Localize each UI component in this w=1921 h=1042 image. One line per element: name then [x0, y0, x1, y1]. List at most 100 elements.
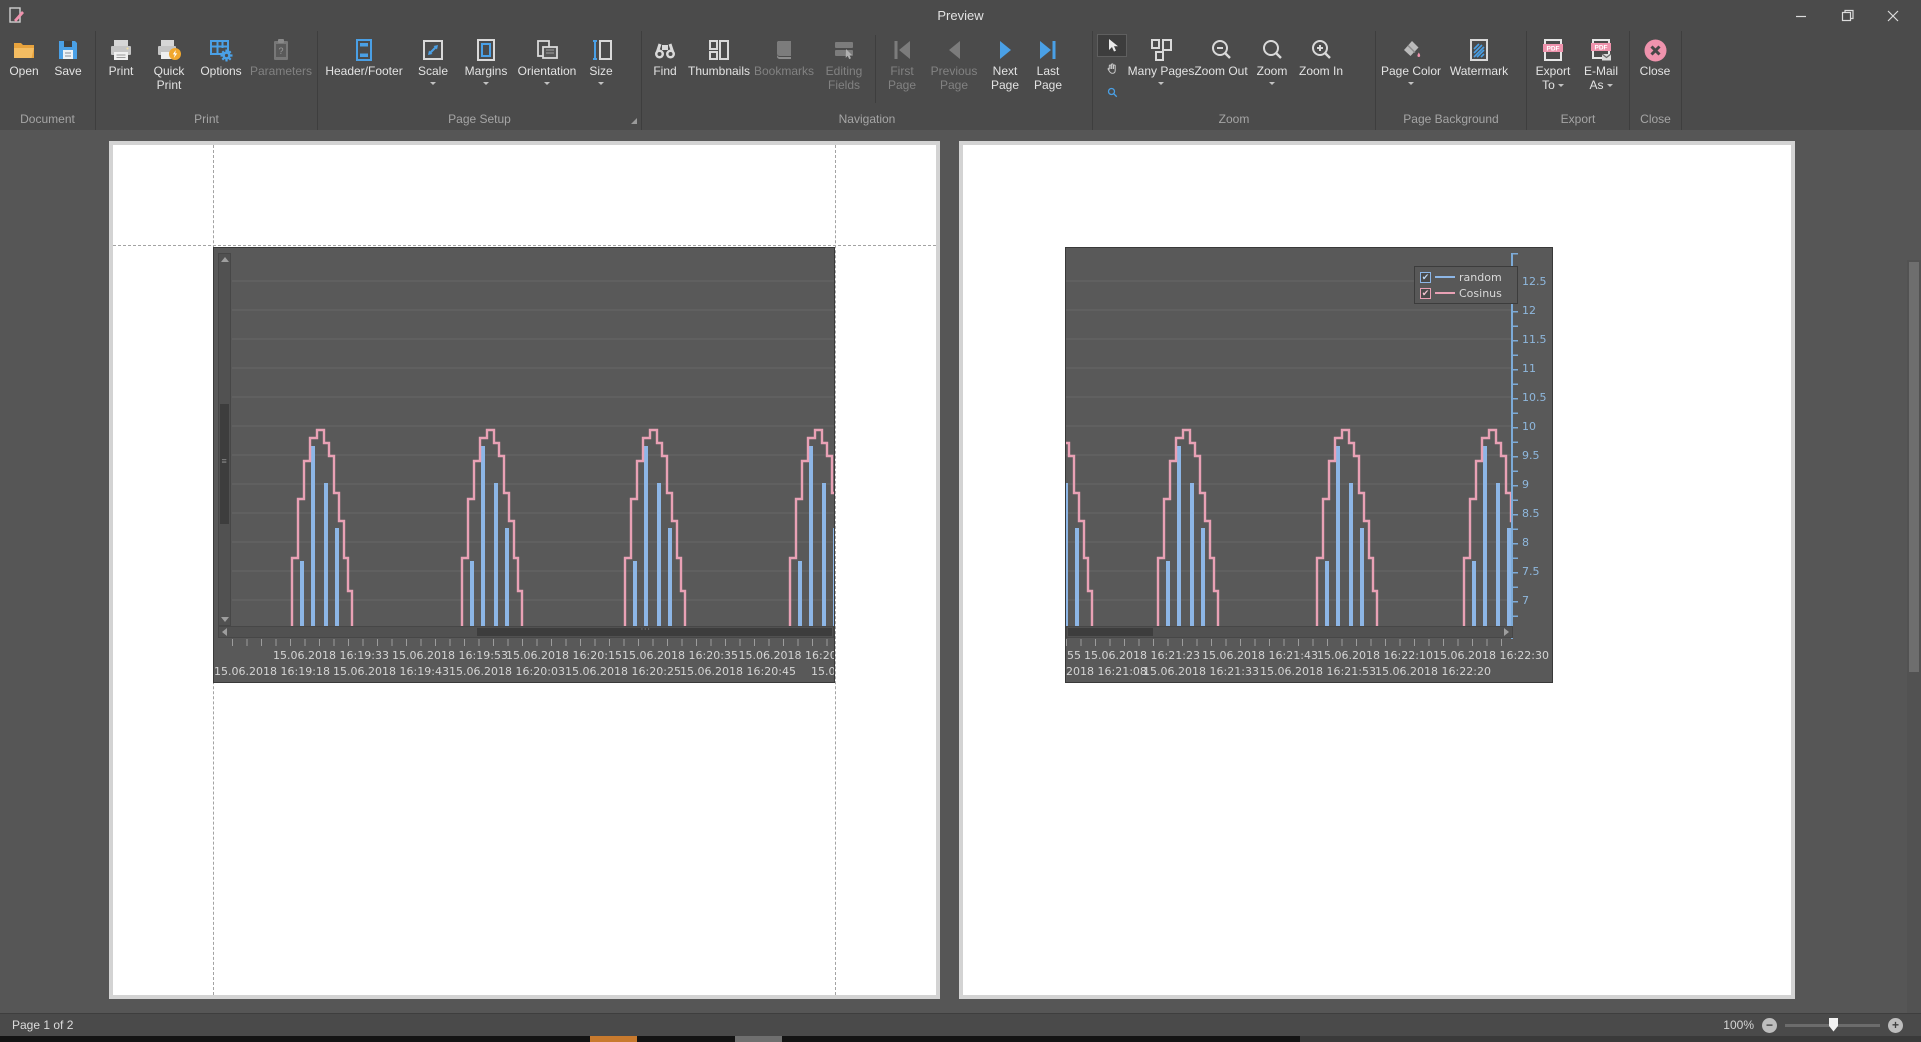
ribbon-group-print: Print Quick Print Options ? Parameters P…: [96, 31, 318, 130]
taskbar-edge-right: [1300, 1036, 1921, 1042]
zoom-slider-thumb[interactable]: [1829, 1018, 1838, 1032]
find-button[interactable]: Find: [644, 31, 686, 107]
zoom-out-button[interactable]: Zoom Out: [1193, 31, 1249, 107]
group-label-print: Print: [96, 110, 317, 128]
scrollbar-thumb[interactable]: [220, 404, 229, 524]
orientation-icon: [534, 35, 560, 65]
y-axis-ticks: [1513, 253, 1518, 626]
x-axis-labels-row-2: 15.06.2018 16:19:1815.06.2018 16:19:4315…: [214, 665, 834, 679]
zoom-slider[interactable]: [1785, 1024, 1880, 1027]
preview-scrollbar[interactable]: [1907, 260, 1921, 1013]
chart-legend: ✔ random ✔ Cosinus: [1414, 266, 1518, 304]
group-label-document: Document: [0, 110, 95, 128]
minimize-button[interactable]: [1778, 0, 1824, 31]
quick-print-button[interactable]: Quick Print: [144, 31, 194, 107]
close-circle-icon: [1642, 35, 1669, 65]
ribbon-group-navigation: Find Thumbnails Bookmarks Editing Fields: [642, 31, 1093, 130]
close-window-button[interactable]: [1870, 0, 1916, 31]
y-axis-label: 11.5: [1522, 333, 1547, 346]
x-axis-label: 15.06.2018 16:20:35: [622, 649, 738, 662]
x-axis-label: 15.06.2018 16:21:23: [1084, 649, 1200, 662]
x-axis-ticks: [232, 639, 835, 646]
taskbar-indicator-orange: [590, 1036, 637, 1042]
checkbox-random[interactable]: ✔: [1420, 272, 1431, 283]
zoom-button[interactable]: Zoom: [1249, 31, 1295, 107]
scroll-left-icon[interactable]: [219, 627, 230, 637]
x-axis-labels-row-1: 15.06.2018 16:19:3315.06.2018 16:19:5315…: [214, 649, 834, 663]
dropdown-arrow-icon: [1158, 82, 1164, 88]
x-axis-label: 55: [1067, 649, 1081, 662]
x-axis-label: 15.06.2018 16:21:33: [1143, 665, 1259, 678]
scroll-up-icon[interactable]: [219, 254, 230, 265]
quick-print-icon: [156, 35, 182, 65]
email-pdf-icon: PDF: [1588, 35, 1614, 65]
margins-button[interactable]: Margins: [458, 31, 514, 107]
y-axis-label: 12: [1522, 304, 1536, 317]
editing-fields-icon: [831, 35, 857, 65]
print-button[interactable]: Print: [98, 31, 144, 107]
dropdown-arrow-icon: [1558, 84, 1564, 90]
status-bar: Page 1 of 2 100% − +: [0, 1013, 1921, 1036]
x-axis-label: 15.06.2018 16:20:25: [565, 665, 681, 678]
restore-button[interactable]: [1824, 0, 1870, 31]
chart-vertical-scrollbar[interactable]: [218, 253, 231, 626]
zoom-out-icon: [1208, 35, 1234, 65]
next-page-icon: [992, 35, 1018, 65]
size-button[interactable]: Size: [580, 31, 622, 107]
dropdown-arrow-icon: [598, 82, 604, 88]
zoom-region-icon: [1106, 86, 1119, 99]
x-axis-ticks: [1066, 639, 1511, 646]
checkbox-cosinus[interactable]: ✔: [1420, 288, 1431, 299]
mouse-pointer-tool[interactable]: [1097, 34, 1127, 57]
x-axis-label: 15.06.2018 16:19:18: [214, 665, 330, 678]
dropdown-arrow-icon: [430, 82, 436, 88]
export-to-button[interactable]: PDF Export To: [1529, 31, 1577, 107]
chart-horizontal-scrollbar[interactable]: [1066, 626, 1513, 638]
zoom-region-tool[interactable]: [1097, 81, 1127, 104]
zoom-in-button[interactable]: Zoom In: [1295, 31, 1347, 107]
orientation-button[interactable]: Orientation: [514, 31, 580, 107]
x-axis-label: 15.06.2018 16:20:45: [680, 665, 796, 678]
next-page-button[interactable]: Next Page: [983, 31, 1027, 107]
open-button[interactable]: Open: [2, 31, 46, 107]
minimize-icon: [1795, 10, 1807, 22]
save-button[interactable]: Save: [46, 31, 90, 107]
thumbnails-button[interactable]: Thumbnails: [686, 31, 752, 107]
page-color-button[interactable]: Page Color: [1378, 31, 1444, 107]
preview-window: Preview Open Save Document: [0, 0, 1921, 1042]
scroll-right-icon[interactable]: [1501, 627, 1512, 637]
x-axis-label: 15.06.2018 16:20:15: [506, 649, 622, 662]
x-axis-label: 15.06.2018 16:22:20: [1375, 665, 1491, 678]
watermark-button[interactable]: Watermark: [1444, 31, 1514, 107]
ribbon-group-page-setup: Header/Footer Scale Margins Orientation: [318, 31, 642, 130]
save-icon: [55, 35, 81, 65]
scrollbar-thumb[interactable]: [1909, 262, 1919, 672]
chart-horizontal-scrollbar[interactable]: [218, 626, 834, 638]
x-axis-labels-row-1: 5515.06.2018 16:21:2315.06.2018 16:21:43…: [1066, 649, 1552, 663]
dialog-launcher-icon[interactable]: [631, 118, 637, 124]
hand-tool[interactable]: [1097, 58, 1127, 81]
zoom-percent: 100%: [1723, 1018, 1754, 1032]
chart-plot-area: [1066, 253, 1511, 626]
x-axis-labels-row-2: 2018 16:21:0815.06.2018 16:21:3315.06.20…: [1066, 665, 1552, 679]
group-label-page-background: Page Background: [1376, 110, 1526, 128]
scroll-down-icon[interactable]: [219, 614, 230, 625]
many-pages-button[interactable]: Many Pages: [1129, 31, 1193, 107]
header-footer-button[interactable]: Header/Footer: [320, 31, 408, 107]
group-label-zoom: Zoom: [1093, 110, 1375, 128]
close-preview-button[interactable]: Close: [1632, 31, 1678, 107]
options-button[interactable]: Options: [194, 31, 248, 107]
zoom-control: 100% − +: [1723, 1014, 1903, 1036]
print-icon: [108, 35, 134, 65]
email-as-button[interactable]: PDF E-Mail As: [1577, 31, 1625, 107]
ribbon-group-page-background: Page Color Watermark Page Background: [1376, 31, 1527, 130]
zoom-out-button-small[interactable]: −: [1762, 1018, 1777, 1033]
scale-button[interactable]: Scale: [408, 31, 458, 107]
scrollbar-thumb[interactable]: [1068, 628, 1153, 636]
scrollbar-thumb[interactable]: [477, 628, 832, 636]
bookmarks-icon: [771, 35, 797, 65]
last-page-button[interactable]: Last Page: [1027, 31, 1069, 107]
parameters-icon: ?: [268, 35, 294, 65]
zoom-in-button-small[interactable]: +: [1888, 1018, 1903, 1033]
y-axis-label: 10: [1522, 420, 1536, 433]
